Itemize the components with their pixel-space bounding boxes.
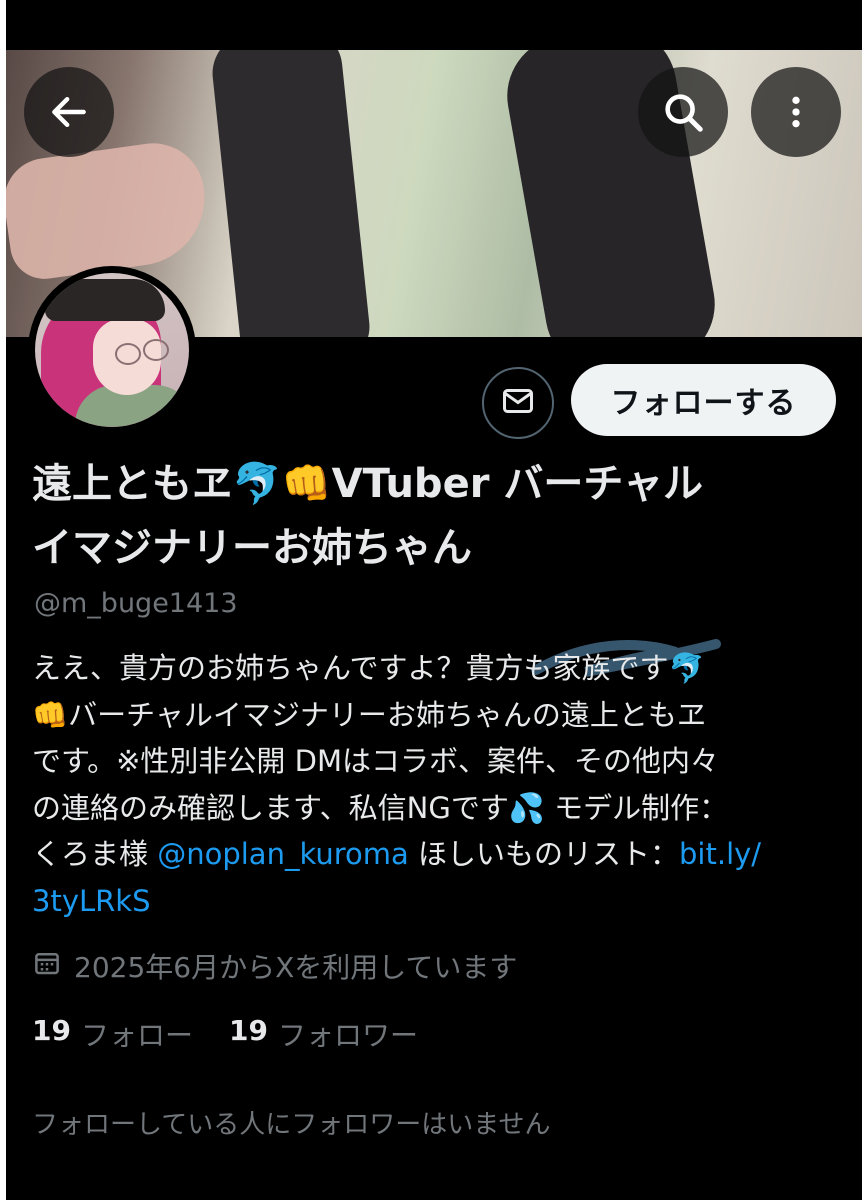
back-button[interactable]	[24, 67, 114, 157]
bio-line: 3tyLRkS	[32, 878, 852, 925]
follow-stats: 19 フォロー 19 フォロワー	[32, 1014, 418, 1054]
joined-text: 2025年6月からXを利用しています	[74, 951, 518, 984]
follow-button[interactable]: フォローする	[571, 364, 836, 436]
bio-line: ええ、貴方のお姉ちゃんですよ？貴方も家族です🐬	[32, 651, 705, 685]
following-label: フォロー	[80, 1019, 193, 1052]
joined-date: 2025年6月からXを利用しています	[32, 946, 517, 986]
display-name: 遠上ともヱ🐬👊VTuber バーチャル イマジナリーお姉ちゃん	[32, 452, 852, 580]
following-count: 19	[32, 1014, 71, 1047]
bio-text: ほしいものリスト：	[408, 837, 680, 871]
bio-text: くろま様	[32, 837, 158, 871]
bio-line: 👊バーチャルイマジナリーお姉ちゃんの遠上ともヱ	[32, 697, 706, 732]
bio-line: くろま様 @noplan_kuroma ほしいものリスト：bit.ly/	[32, 831, 852, 878]
calendar-icon	[32, 948, 62, 985]
followers-label: フォロワー	[277, 1019, 418, 1052]
user-handle: @m_buge1413	[34, 588, 238, 619]
wishlist-link-cont[interactable]: 3tyLRkS	[32, 884, 151, 918]
display-name-line1: 遠上ともヱ🐬👊VTuber バーチャル	[32, 461, 703, 507]
more-options-button[interactable]	[751, 67, 841, 157]
followers-count: 19	[228, 1014, 268, 1047]
search-button[interactable]	[638, 67, 728, 157]
avatar[interactable]	[28, 266, 196, 434]
mail-icon	[500, 383, 536, 423]
bio-line: です。※性別非公開 DMはコラボ、案件、その他内々	[32, 744, 719, 778]
following-stat[interactable]: 19 フォロー	[32, 1014, 193, 1054]
display-name-line2: イマジナリーお姉ちゃん	[32, 525, 472, 571]
search-icon	[660, 89, 706, 135]
bio-line: の連絡のみ確認します、私信NGです💦 モデル制作：	[32, 790, 729, 825]
wishlist-link[interactable]: bit.ly/	[679, 837, 761, 871]
profile-screen: フォローする 遠上ともヱ🐬👊VTuber バーチャル イマジナリーお姉ちゃん @…	[6, 0, 862, 1200]
profile-bio: ええ、貴方のお姉ちゃんですよ？貴方も家族です🐬 👊バーチャルイマジナリーお姉ちゃ…	[32, 645, 852, 924]
followers-stat[interactable]: 19 フォロワー	[229, 1014, 418, 1054]
more-vertical-icon	[776, 92, 816, 132]
mention-link[interactable]: @noplan_kuroma	[157, 837, 409, 871]
arrow-left-icon	[47, 90, 91, 134]
message-button[interactable]	[482, 367, 554, 439]
mutual-followers-note: フォローしている人にフォロワーはいません	[32, 1110, 551, 1140]
